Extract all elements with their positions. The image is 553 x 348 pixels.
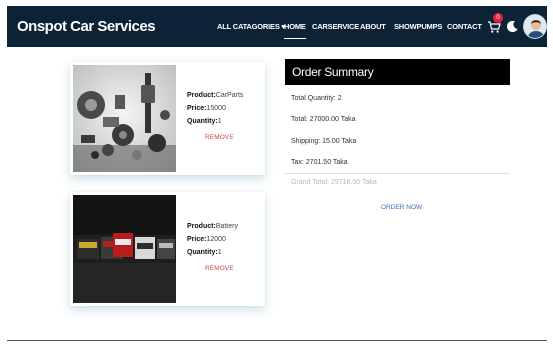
- remove-button[interactable]: REMOVE: [205, 265, 234, 272]
- cart-item-card: Product:Battery Price:12000 Quantity:1 R…: [70, 192, 265, 306]
- carparts-product-image: [73, 65, 176, 172]
- product-label: Product:: [187, 223, 216, 230]
- total-amount: Total: 27000.00 Taka: [291, 116, 356, 123]
- product-quantity: 1: [217, 249, 222, 256]
- nav-contact-link[interactable]: CONTACT: [447, 22, 482, 31]
- brand-logo[interactable]: Onspot Car Services: [17, 18, 156, 35]
- price-label: Price:: [187, 236, 207, 243]
- grand-total: Grand Total: 29716.50 Taka: [291, 179, 377, 186]
- quantity-label: Quantity:: [187, 118, 218, 125]
- total-quantity: Total Quantity: 2: [291, 95, 342, 102]
- moon-icon[interactable]: [506, 20, 519, 33]
- user-avatar[interactable]: [523, 14, 547, 39]
- product-price: 15000: [206, 105, 226, 112]
- nav-showpumps-link[interactable]: SHOWPUMPS: [394, 22, 442, 31]
- quantity-label: Quantity:: [187, 249, 218, 256]
- battery-product-image: [73, 195, 176, 303]
- order-summary-panel: Order Summary Total Quantity: 2 Total: 2…: [285, 59, 510, 219]
- order-now-button[interactable]: ORDER NOW: [381, 204, 422, 211]
- nav-home-link[interactable]: HOME: [284, 22, 306, 39]
- cart-item-details: Product:CarParts Price:15000 Quantity:1: [187, 89, 243, 128]
- product-label: Product:: [187, 92, 216, 99]
- cart-item-card: Product:CarParts Price:15000 Quantity:1 …: [70, 62, 265, 175]
- remove-button[interactable]: REMOVE: [205, 134, 234, 141]
- footer-divider: [7, 340, 547, 341]
- nav-about-link[interactable]: ABOUT: [360, 22, 386, 31]
- product-name: CarParts: [215, 92, 244, 99]
- navbar: Onspot Car Services ALL CATAGORIES ▾ HOM…: [7, 6, 547, 47]
- cart-count-badge: 0: [493, 13, 503, 23]
- summary-divider: [285, 173, 510, 174]
- order-summary-title: Order Summary: [285, 59, 510, 85]
- nav-all-categories-dropdown[interactable]: ALL CATAGORIES ▾: [217, 22, 285, 31]
- price-label: Price:: [187, 105, 207, 112]
- shipping-amount: Shipping: 15.00 Taka: [291, 138, 357, 145]
- product-name: Battery: [215, 223, 238, 230]
- cart-item-details: Product:Battery Price:12000 Quantity:1: [187, 220, 238, 259]
- user-avatar-icon: [524, 15, 546, 38]
- nav-carservice-link[interactable]: CARSERVICE: [312, 22, 359, 31]
- product-price: 12000: [206, 236, 226, 243]
- product-quantity: 1: [217, 118, 222, 125]
- tax-amount: Tax: 2701.50 Taka: [291, 159, 348, 166]
